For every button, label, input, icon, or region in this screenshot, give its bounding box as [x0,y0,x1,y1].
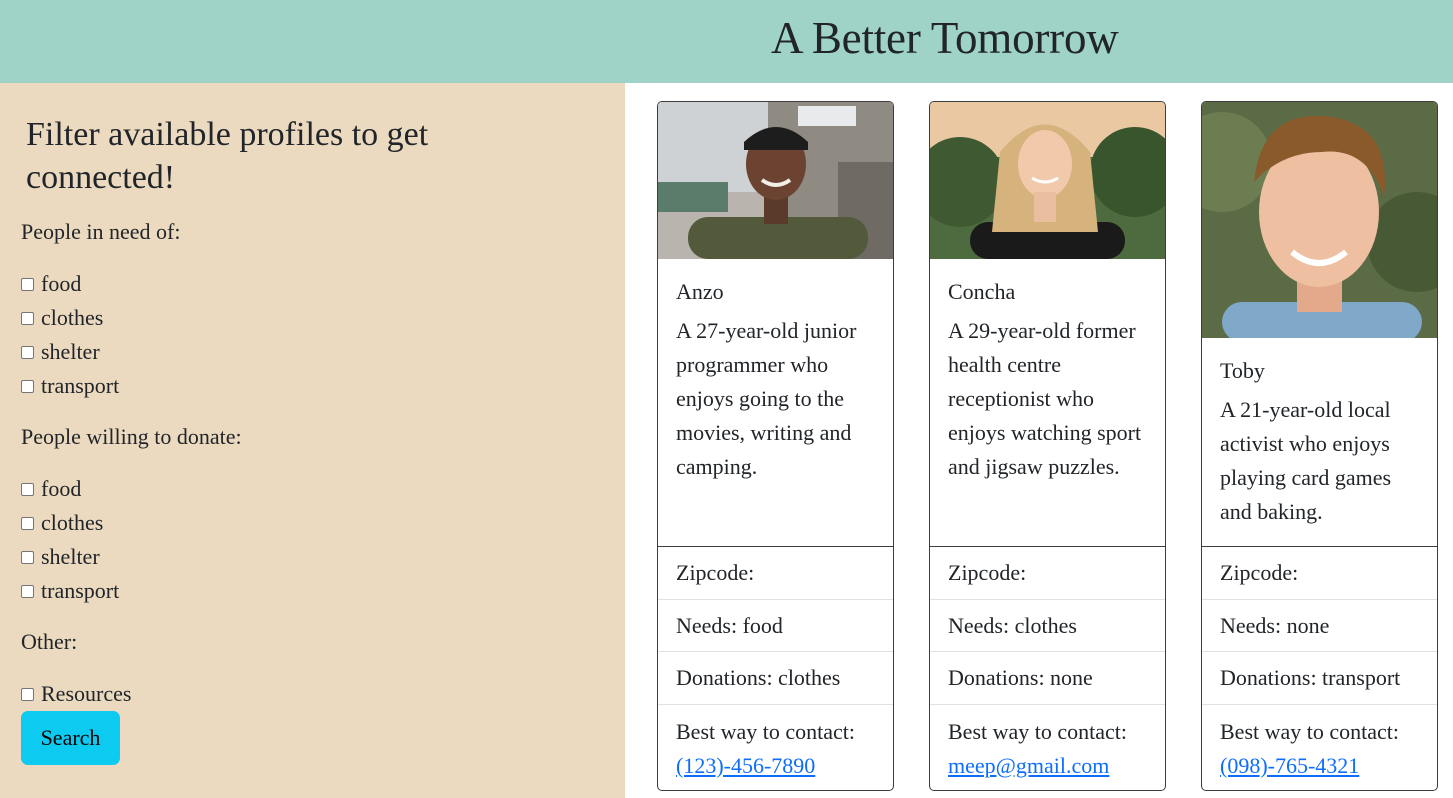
checkbox-box[interactable] [21,687,34,701]
need-transport-checkbox[interactable]: transport [21,373,120,398]
search-button[interactable]: Search [21,711,120,765]
contact-label: Best way to contact: [1220,718,1400,744]
profile-name: Concha [948,279,1016,304]
donate-shelter-checkbox[interactable]: shelter [21,544,100,569]
profile-name: Toby [1220,358,1265,383]
other-group-label: Other: [21,629,78,654]
contact-label: Best way to contact: [948,718,1128,744]
checkbox-box[interactable] [21,584,34,598]
profile-photo [658,102,893,259]
profile-description: A 27-year-old junior programmer who enjo… [676,318,857,479]
donations-item: Donations: none [930,652,1165,705]
profile-card: Concha A 29-year-old former health centr… [929,101,1166,791]
header-bar: A Better Tomorrow [0,0,1453,83]
profile-name: Anzo [676,279,724,304]
checkbox-label: clothes [41,510,104,535]
contact-item: Best way to contact: (123)-456-7890 [658,705,893,791]
checkbox-box[interactable] [21,277,34,291]
contact-link[interactable]: meep@gmail.com [948,753,1109,778]
checkbox-label: shelter [41,544,100,569]
checkbox-label: shelter [41,339,100,364]
contact-label: Best way to contact: [676,718,856,744]
donate-group-label: People willing to donate: [21,424,242,449]
checkbox-box[interactable] [21,345,34,359]
profile-card: Toby A 21-year-old local activist who en… [1201,101,1438,791]
contact-link[interactable]: (098)-765-4321 [1220,753,1359,778]
needs-item: Needs: food [658,600,893,652]
checkbox-box[interactable] [21,516,34,530]
checkbox-box[interactable] [21,311,34,325]
checkbox-label: food [41,271,82,296]
contact-link[interactable]: (123)-456-7890 [676,753,815,778]
checkbox-label: Resources [41,681,132,706]
checkbox-box[interactable] [21,550,34,564]
profile-details: Zipcode: Needs: food Donations: clothes … [658,546,893,791]
donations-item: Donations: clothes [658,652,893,705]
checkbox-label: transport [41,578,120,603]
needs-group-label: People in need of: [21,219,181,244]
profile-details: Zipcode: Needs: clothes Donations: none … [930,546,1165,791]
checkbox-label: transport [41,373,120,398]
contact-item: Best way to contact: meep@gmail.com [930,705,1165,791]
contact-item: Best way to contact: (098)-765-4321 [1202,705,1437,791]
need-shelter-checkbox[interactable]: shelter [21,339,100,364]
profile-description: A 21-year-old local activist who enjoys … [1220,397,1392,524]
need-clothes-checkbox[interactable]: clothes [21,305,104,330]
zipcode-item: Zipcode: [930,547,1165,600]
checkbox-box[interactable] [21,482,34,496]
resources-checkbox[interactable]: Resources [21,681,132,706]
donate-transport-checkbox[interactable]: transport [21,578,120,603]
donations-item: Donations: transport [1202,652,1437,705]
filter-sidebar: Filter available profiles to get connect… [0,83,625,798]
checkbox-label: clothes [41,305,104,330]
need-food-checkbox[interactable]: food [21,271,82,296]
page-title: A Better Tomorrow [771,13,1119,63]
donate-clothes-checkbox[interactable]: clothes [21,510,104,535]
profile-description: A 29-year-old former health centre recep… [948,318,1142,479]
profile-photo [930,102,1165,259]
profile-photo [1202,102,1437,338]
checkbox-label: food [41,476,82,501]
checkbox-box[interactable] [21,379,34,393]
needs-item: Needs: none [1202,600,1437,652]
zipcode-item: Zipcode: [1202,547,1437,600]
donate-food-checkbox[interactable]: food [21,476,82,501]
profile-card: Anzo A 27-year-old junior programmer who… [657,101,894,791]
needs-item: Needs: clothes [930,600,1165,652]
zipcode-item: Zipcode: [658,547,893,600]
filter-heading: Filter available profiles to get connect… [26,116,429,196]
profile-details: Zipcode: Needs: none Donations: transpor… [1202,546,1437,791]
